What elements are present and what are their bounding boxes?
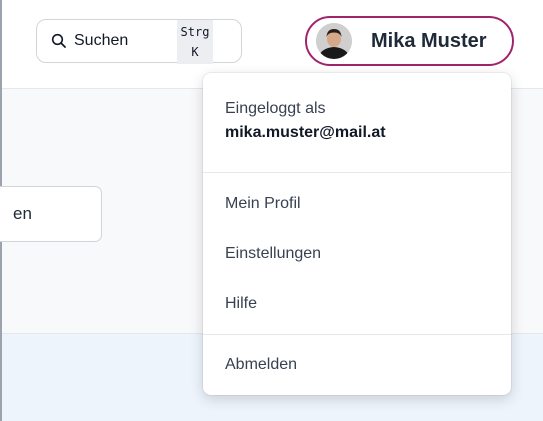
- search-button[interactable]: Suchen Strg K: [36, 19, 242, 64]
- section-button-label: en: [13, 204, 32, 223]
- section-button[interactable]: en: [0, 186, 102, 242]
- user-email: mika.muster@mail.at: [225, 124, 386, 141]
- shortcut-key-strg: Strg: [180, 25, 210, 39]
- menu-divider: [203, 334, 511, 335]
- avatar-photo: [316, 23, 352, 59]
- search-label: Suchen: [74, 32, 129, 49]
- menu-item-logout[interactable]: Abmelden: [225, 356, 297, 374]
- avatar: [316, 23, 352, 59]
- logged-in-as-label: Eingeloggt als: [225, 100, 326, 117]
- user-menu-button[interactable]: Mika Muster: [305, 16, 514, 66]
- user-dropdown-menu: Eingeloggt als mika.muster@mail.at Mein …: [203, 73, 511, 395]
- menu-item-settings[interactable]: Einstellungen: [225, 245, 321, 263]
- search-icon: [51, 33, 66, 48]
- user-name: Mika Muster: [371, 30, 487, 52]
- keyboard-shortcut-hint: Strg K: [177, 20, 213, 64]
- menu-item-profile[interactable]: Mein Profil: [225, 195, 301, 213]
- menu-item-help[interactable]: Hilfe: [225, 295, 257, 313]
- menu-divider: [203, 172, 511, 173]
- shortcut-key-k: K: [191, 45, 199, 59]
